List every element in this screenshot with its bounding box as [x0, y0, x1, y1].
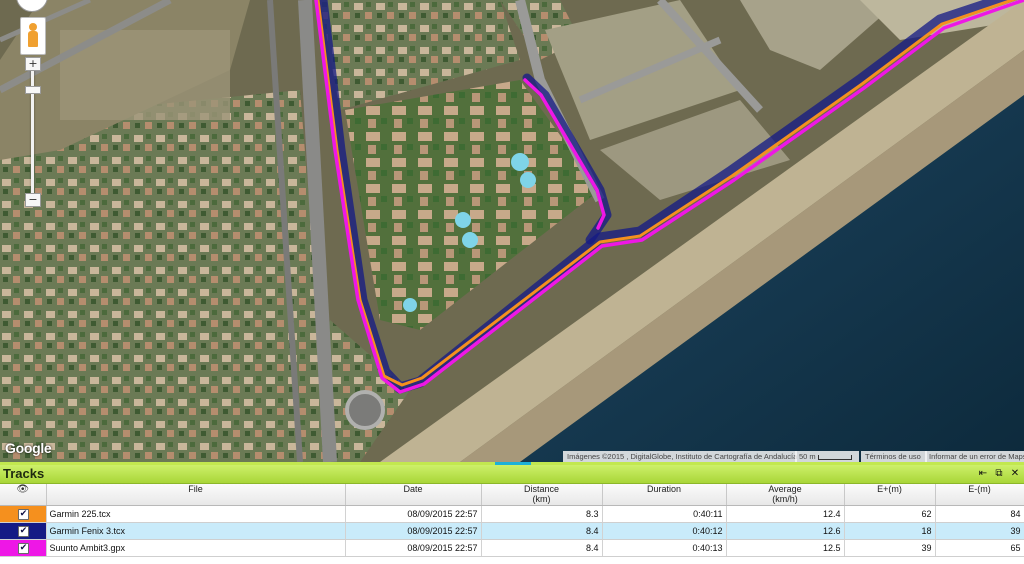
track-file: Suunto Ambit3.gpx	[46, 539, 346, 557]
scale-indicator: 50 m	[795, 451, 859, 462]
track-color-swatch: ✔	[0, 539, 47, 557]
track-eplus: 18	[844, 522, 936, 540]
track-color-swatch: ✔	[0, 522, 47, 540]
table-header: 👁 File Date Distance (km) Duration Avera…	[0, 484, 1024, 506]
track-distance: 8.3	[481, 505, 603, 523]
pin-panel-icon[interactable]: ⇤	[978, 468, 988, 479]
track-distance: 8.4	[481, 539, 603, 557]
track-visible-checkbox[interactable]: ✔	[18, 526, 29, 537]
zoom-slider-thumb[interactable]	[25, 86, 41, 94]
scale-bar	[817, 454, 852, 460]
track-file: Garmin 225.tcx	[46, 505, 346, 523]
detach-panel-icon[interactable]: ⧉	[994, 468, 1004, 479]
imagery-attribution: Imágenes ©2015 , DigitalGlobe, Instituto…	[563, 451, 797, 462]
column-header-eminus[interactable]: E-(m)	[935, 484, 1024, 506]
track-date: 08/09/2015 22:57	[345, 505, 482, 523]
track-average: 12.4	[726, 505, 845, 523]
column-header-eplus[interactable]: E+(m)	[844, 484, 936, 506]
column-header-duration[interactable]: Duration	[602, 484, 727, 506]
zoom-in-button[interactable]: +	[25, 57, 41, 71]
track-distance: 8.4	[481, 522, 603, 540]
tracks-panel: Tracks ⇤ ⧉ ✕ 👁 File Date Distance (km) D…	[0, 462, 1024, 564]
track-eminus: 65	[935, 539, 1024, 557]
track-duration: 0:40:11	[602, 505, 727, 523]
eye-icon: 👁	[16, 484, 30, 495]
scale-label: 50 m	[799, 452, 816, 461]
track-average: 12.6	[726, 522, 845, 540]
track-visible-checkbox[interactable]: ✔	[18, 509, 29, 520]
table-row[interactable]: ✔ Garmin Fenix 3.tcx 08/09/2015 22:57 8.…	[0, 522, 1024, 540]
column-header-distance[interactable]: Distance (km)	[481, 484, 603, 506]
column-header-date[interactable]: Date	[345, 484, 482, 506]
map-view[interactable]: + − Google Imágenes ©2015 , DigitalGlobe…	[0, 0, 1024, 462]
terms-link[interactable]: Términos de uso	[861, 451, 927, 462]
zoom-control: + −	[22, 0, 42, 215]
panel-title: Tracks	[3, 466, 45, 481]
track-visible-checkbox[interactable]: ✔	[18, 543, 29, 554]
column-header-average[interactable]: Average (km/h)	[726, 484, 845, 506]
track-date: 08/09/2015 22:57	[345, 539, 482, 557]
track-eminus: 39	[935, 522, 1024, 540]
track-eminus: 84	[935, 505, 1024, 523]
track-average: 12.5	[726, 539, 845, 557]
visibility-column-header[interactable]: 👁	[0, 484, 47, 506]
table-row[interactable]: ✔ Suunto Ambit3.gpx 08/09/2015 22:57 8.4…	[0, 539, 1024, 557]
table-row[interactable]: ✔ Garmin 225.tcx 08/09/2015 22:57 8.3 0:…	[0, 505, 1024, 523]
panel-tools: ⇤ ⧉ ✕	[978, 468, 1020, 480]
track-color-swatch: ✔	[0, 505, 47, 523]
zoom-out-button[interactable]: −	[25, 193, 41, 207]
track-date: 08/09/2015 22:57	[345, 522, 482, 540]
panel-titlebar: Tracks ⇤ ⧉ ✕	[0, 465, 1024, 484]
column-header-file[interactable]: File	[46, 484, 346, 506]
zoom-track[interactable]	[31, 58, 34, 198]
tracks-table: 👁 File Date Distance (km) Duration Avera…	[0, 484, 1024, 557]
report-error-link[interactable]: Informar de un error de Maps	[925, 451, 1024, 462]
track-eplus: 62	[844, 505, 936, 523]
track-duration: 0:40:13	[602, 539, 727, 557]
google-logo: Google	[5, 440, 52, 456]
track-duration: 0:40:12	[602, 522, 727, 540]
close-panel-icon[interactable]: ✕	[1010, 468, 1020, 479]
track-eplus: 39	[844, 539, 936, 557]
track-file: Garmin Fenix 3.tcx	[46, 522, 346, 540]
satellite-imagery	[0, 0, 1024, 462]
